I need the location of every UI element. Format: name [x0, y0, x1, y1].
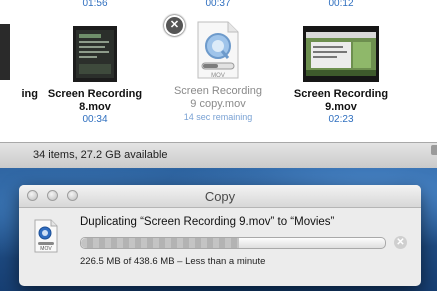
duration-label: 00:37: [205, 0, 231, 9]
copy-time-remaining: 14 sec remaining: [183, 112, 253, 122]
progress-fill: [81, 238, 240, 248]
video-thumbnail: [303, 26, 379, 82]
resize-handle[interactable]: [431, 145, 437, 155]
file-name: Screen Recording 9.mov: [293, 88, 389, 113]
file-name: Screen Recording 8.mov: [47, 88, 143, 113]
file-name: Screen Recording 9 copy.mov: [173, 85, 263, 110]
status-text: 34 items, 27.2 GB available: [33, 149, 168, 161]
file-name: ing: [21, 88, 39, 100]
cancel-copy-badge-icon[interactable]: ✕: [164, 15, 185, 36]
quicktime-icon: MOV: [197, 21, 239, 79]
svg-text:MOV: MOV: [40, 246, 52, 252]
quicktime-icon: MOV: [34, 219, 58, 253]
copy-detail: 226.5 MB of 438.6 MB – Less than a minut…: [80, 256, 266, 267]
dialog-title: Copy: [204, 189, 236, 204]
copy-dialog: Copy MOV Duplicating “Screen Recording 9…: [19, 185, 421, 286]
svg-text:MOV: MOV: [211, 73, 225, 79]
video-thumbnail-image: [0, 24, 28, 80]
movie-file-icon: MOV: [33, 219, 59, 258]
video-thumbnail: [73, 26, 117, 82]
dialog-titlebar[interactable]: Copy: [19, 185, 421, 208]
file-duration: 00:34: [82, 114, 108, 125]
video-thumbnail-image: [303, 26, 379, 82]
finder-status-bar: 34 items, 27.2 GB available: [0, 142, 437, 168]
video-thumbnail: [0, 24, 28, 80]
file-item-copying[interactable]: MOV ✕ Screen Recording 9 copy.mov 14 sec…: [163, 15, 273, 123]
duration-label: 01:56: [82, 0, 108, 9]
file-duration: 02:23: [328, 114, 354, 125]
video-thumbnail-image: [73, 26, 117, 82]
stop-copy-button[interactable]: ✕: [394, 236, 407, 249]
copy-message: Duplicating “Screen Recording 9.mov” to …: [80, 216, 335, 228]
file-item[interactable]: Screen Recording 8.mov 00:34: [40, 18, 150, 126]
file-item[interactable]: Screen Recording 9.mov 02:23: [286, 18, 396, 126]
copy-progress-bar: [80, 237, 386, 249]
duration-label: 00:12: [328, 0, 354, 9]
movie-file-icon: MOV ✕: [164, 15, 242, 82]
finder-window: 01:56 00:37 00:12 ing Screen Recording 8…: [0, 0, 437, 168]
file-item[interactable]: ing: [0, 18, 38, 101]
